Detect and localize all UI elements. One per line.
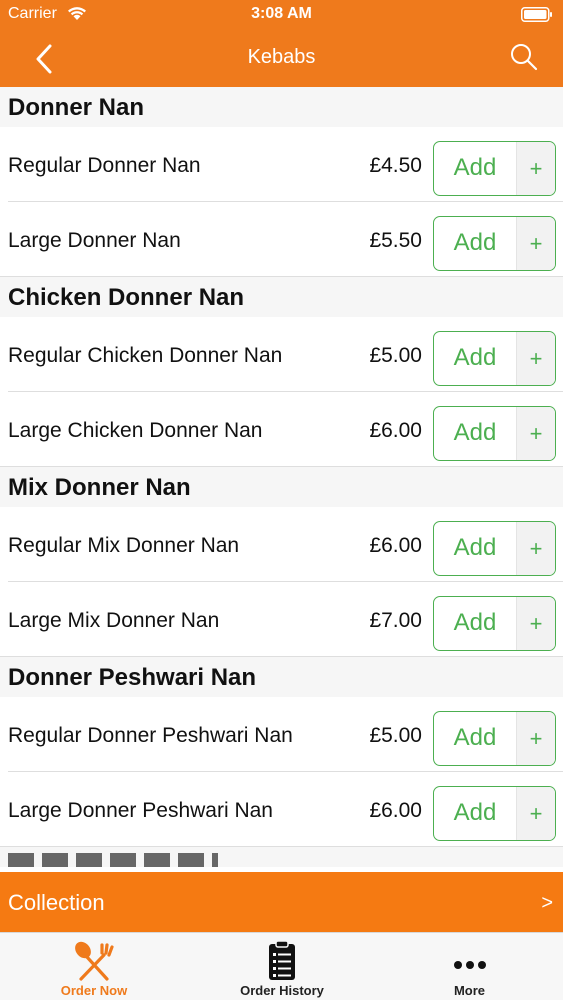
menu-item-row: Regular Donner Peshwari Nan £5.00 Add + [0,697,563,772]
tab-more[interactable]: More [376,933,563,1000]
add-label: Add [453,609,497,636]
add-label: Add [453,344,497,371]
item-name: Large Donner Peshwari Nan [8,799,273,822]
clipped-header-text [8,853,218,867]
menu-item-row: Regular Donner Nan £4.50 Add + [0,127,563,202]
item-name: Regular Donner Peshwari Nan [8,724,293,747]
add-label: Add [453,154,497,181]
section-header: Donner Nan [0,87,563,127]
menu-item-row: Large Mix Donner Nan £7.00 Add + [0,582,563,657]
page-title: Kebabs [247,46,316,68]
collection-bar[interactable]: Collection > [0,872,563,932]
plus-icon: + [516,787,555,840]
section-header: Mix Donner Nan [0,467,563,507]
item-price: £6.00 [369,534,422,557]
tab-label: Order History [240,983,324,998]
menu-item-row: Regular Chicken Donner Nan £5.00 Add + [0,317,563,392]
plus-icon: + [516,407,555,460]
tab-label: More [453,983,486,998]
section-header-partial [0,847,563,867]
item-price: £4.50 [369,154,422,177]
item-name: Regular Mix Donner Nan [8,534,240,557]
section-header: Donner Peshwari Nan [0,657,563,697]
add-button[interactable]: Add + [433,406,556,461]
add-label: Add [453,724,497,751]
battery-icon [521,7,552,22]
plus-icon: + [516,217,555,270]
more-dots-icon [453,961,486,969]
plus-icon: + [516,142,555,195]
plus-icon: + [516,597,555,650]
menu-item-row: Regular Mix Donner Nan £6.00 Add + [0,507,563,582]
add-label: Add [453,799,497,826]
add-label: Add [453,419,497,446]
tab-order-now[interactable]: Order Now [0,933,188,1000]
status-bar: Carrier 3:08 AM [0,0,563,30]
item-price: £5.00 [369,344,422,367]
add-button[interactable]: Add + [433,521,556,576]
item-price: £5.50 [369,229,422,252]
item-name: Regular Chicken Donner Nan [8,344,283,367]
add-label: Add [453,534,497,561]
item-name: Large Donner Nan [8,229,181,252]
tab-order-history[interactable]: Order History [188,933,376,1000]
section-header: Chicken Donner Nan [0,277,563,317]
clipboard-list-icon [269,940,295,980]
menu-item-row: Large Donner Peshwari Nan £6.00 Add + [0,772,563,847]
add-button[interactable]: Add + [433,216,556,271]
add-button[interactable]: Add + [433,141,556,196]
plus-icon: + [516,522,555,575]
item-name: Large Mix Donner Nan [8,609,220,632]
menu-list[interactable]: Donner Nan Regular Donner Nan £4.50 Add … [0,87,563,872]
tab-bar: Order Now Order History More [0,932,563,1000]
plus-icon: + [516,712,555,765]
add-label: Add [453,229,497,256]
fork-spoon-icon [75,941,114,981]
menu-item-row: Large Chicken Donner Nan £6.00 Add + [0,392,563,467]
item-name: Regular Donner Nan [8,154,201,177]
search-icon[interactable] [509,42,539,72]
add-button[interactable]: Add + [433,786,556,841]
plus-icon: + [516,332,555,385]
add-button[interactable]: Add + [433,596,556,651]
item-price: £6.00 [369,799,422,822]
item-name: Large Chicken Donner Nan [8,419,263,442]
tab-label: Order Now [60,983,128,998]
collection-label: Collection [8,890,105,915]
item-price: £7.00 [369,609,422,632]
add-button[interactable]: Add + [433,711,556,766]
clock: 3:08 AM [251,5,312,22]
navigation-bar: Kebabs [0,30,563,87]
add-button[interactable]: Add + [433,331,556,386]
item-price: £5.00 [369,724,422,747]
item-price: £6.00 [369,419,422,442]
menu-item-row: Large Donner Nan £5.50 Add + [0,202,563,277]
chevron-right-icon: > [541,892,553,914]
